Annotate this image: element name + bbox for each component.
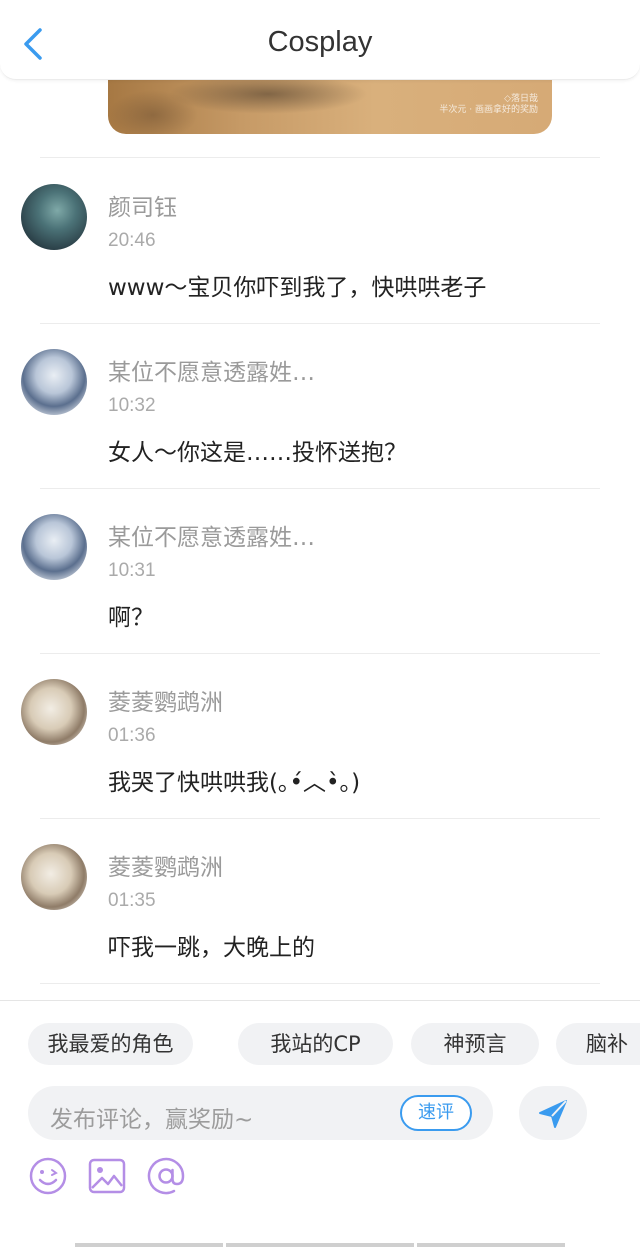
avatar[interactable] [21, 844, 87, 910]
comment-input[interactable]: 发布评论，赢奖励~ 速评 [28, 1086, 493, 1140]
comment-item: 某位不愿意透露姓… 10:31 啊？ [0, 488, 640, 653]
page-title: Cosplay [267, 26, 373, 58]
avatar[interactable] [21, 349, 87, 415]
top-bar: Cosplay [0, 0, 640, 80]
commenter-name[interactable]: 某位不愿意透露姓… [108, 353, 315, 387]
emoji-button[interactable] [28, 1156, 68, 1196]
chip-favorite-character[interactable]: 我最爱的角色 [28, 1023, 193, 1065]
comment-time: 01:35 [108, 890, 156, 911]
chip-prophecy[interactable]: 神预言 [411, 1023, 539, 1065]
comment-time: 10:32 [108, 395, 156, 416]
comment-item: 菱菱鹦鹉洲 01:35 吓我一跳，大晚上的 [0, 818, 640, 983]
comment-time: 10:31 [108, 560, 156, 581]
quick-tags: 我最爱的角色 我站的CP 神预言 脑补 [0, 1023, 640, 1065]
nav-bar-segment [417, 1243, 565, 1247]
avatar[interactable] [21, 184, 87, 250]
send-icon [539, 1100, 567, 1128]
comment-composer: 我最爱的角色 我站的CP 神预言 脑补 发布评论，赢奖励~ 速评 [0, 1000, 640, 1247]
divider [40, 983, 600, 984]
comment-item: 菱菱鹦鹉洲 01:36 我哭了快哄哄我(｡•́︿•̀｡) [0, 653, 640, 818]
commenter-name[interactable]: 菱菱鹦鹉洲 [108, 683, 223, 717]
mention-button[interactable] [146, 1156, 186, 1196]
comment-text[interactable]: 我哭了快哄哄我(｡•́︿•̀｡) [108, 763, 360, 797]
comment-text[interactable]: 吓我一跳，大晚上的 [108, 928, 315, 962]
commenter-name[interactable]: 菱菱鹦鹉洲 [108, 848, 223, 882]
comment-item: 颜司钰 20:46 www～宝贝你吓到我了，快哄哄老子 [0, 158, 640, 323]
quick-comment-button[interactable]: 速评 [400, 1095, 472, 1131]
comment-text[interactable]: 女人～你这是……投怀送抱？ [108, 433, 407, 467]
comment-time: 20:46 [108, 230, 156, 251]
chip-my-cp[interactable]: 我站的CP [238, 1023, 393, 1065]
comment-text[interactable]: www～宝贝你吓到我了，快哄哄老子 [108, 268, 486, 302]
commenter-name[interactable]: 某位不愿意透露姓… [108, 518, 315, 552]
comment-text[interactable]: 啊？ [108, 598, 154, 632]
image-icon [88, 1158, 126, 1194]
nav-bar-segment [75, 1243, 223, 1247]
send-button[interactable] [519, 1086, 587, 1140]
nav-bar-segment [226, 1243, 414, 1247]
at-icon [147, 1157, 185, 1195]
avatar[interactable] [21, 514, 87, 580]
emoji-icon [29, 1157, 67, 1195]
avatar[interactable] [21, 679, 87, 745]
commenter-name[interactable]: 颜司钰 [108, 188, 177, 222]
comment-item: 某位不愿意透露姓… 10:32 女人～你这是……投怀送抱？ [0, 323, 640, 488]
comment-time: 01:36 [108, 725, 156, 746]
image-button[interactable] [87, 1156, 127, 1196]
post-image[interactable]: ◇落日哉 半次元 · 画画拿好的奖励 [108, 80, 552, 134]
chip-imagination[interactable]: 脑补 [556, 1023, 640, 1065]
image-watermark: ◇落日哉 半次元 · 画画拿好的奖励 [439, 94, 538, 115]
comment-input-placeholder: 发布评论，赢奖励~ [50, 1107, 254, 1133]
